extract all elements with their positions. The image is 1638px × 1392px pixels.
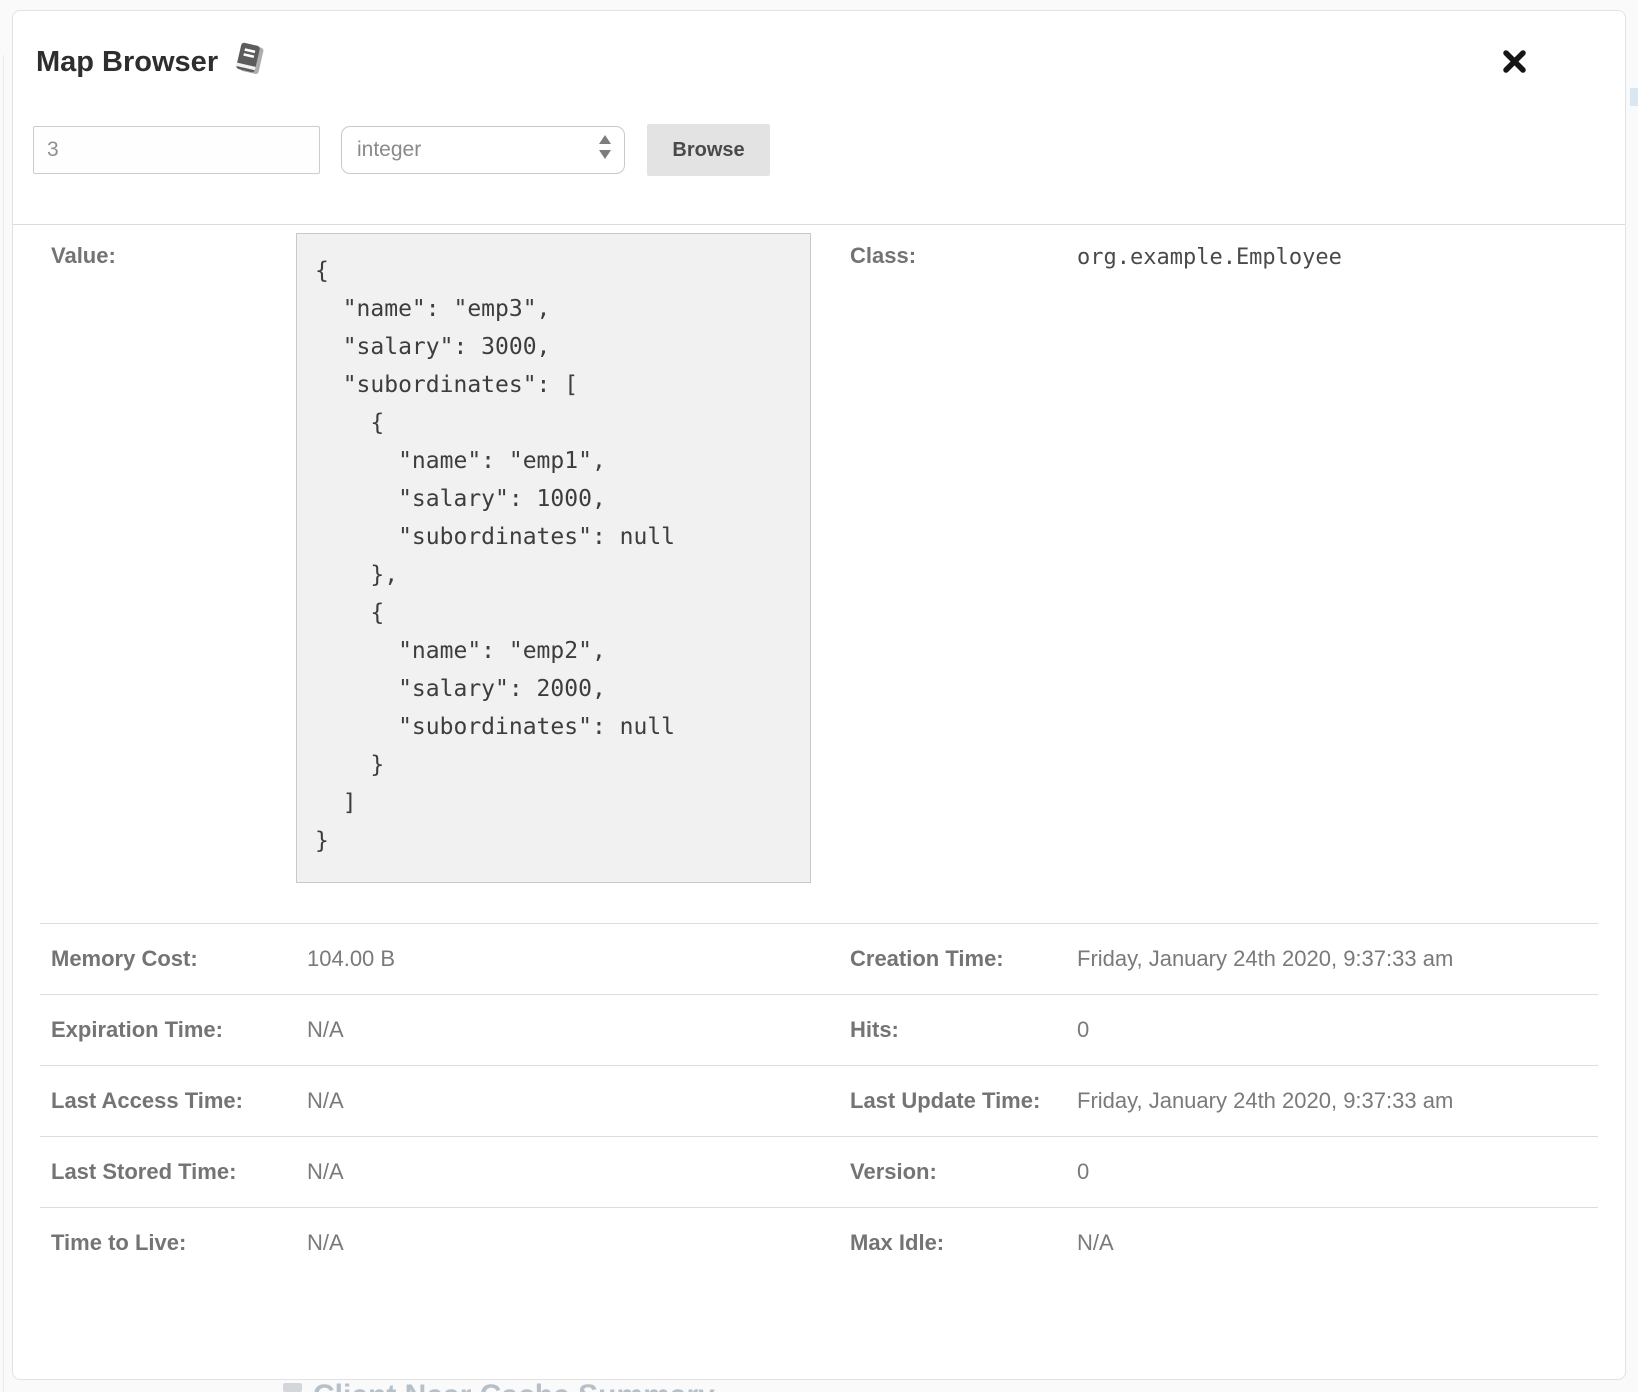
metadata-value: 104.00 B	[296, 923, 811, 994]
metadata-value: 0	[1075, 994, 1598, 1065]
entry-detail-section: Value: { "name": "emp3", "salary": 3000,…	[40, 233, 1598, 883]
background-heading-icon	[283, 1383, 302, 1392]
metadata-value: N/A	[296, 1136, 811, 1207]
metadata-label: Last Access Time:	[40, 1065, 296, 1136]
metadata-value: N/A	[1075, 1207, 1598, 1278]
metadata-table: Memory Cost: 104.00 B Creation Time: Fri…	[40, 923, 1598, 1278]
background-edge-line	[3, 55, 4, 1392]
header-divider	[13, 224, 1625, 225]
metadata-label: Hits:	[811, 994, 1075, 1065]
metadata-label: Version:	[811, 1136, 1075, 1207]
metadata-label: Expiration Time:	[40, 994, 296, 1065]
metadata-label: Time to Live:	[40, 1207, 296, 1278]
key-input[interactable]	[33, 126, 320, 174]
value-json-viewer: { "name": "emp3", "salary": 3000, "subor…	[296, 233, 811, 883]
background-blue-fragment	[1630, 88, 1638, 106]
metadata-label: Max Idle:	[811, 1207, 1075, 1278]
key-type-selected-value: integer	[357, 138, 421, 162]
notebook-icon	[230, 41, 266, 84]
metadata-label: Creation Time:	[811, 923, 1075, 994]
background-heading-fragment: Client Near Cache Summary	[283, 1381, 983, 1392]
value-label: Value:	[40, 233, 296, 883]
key-type-select[interactable]: integer	[341, 126, 625, 174]
class-label: Class:	[811, 233, 1075, 883]
metadata-label: Last Update Time:	[811, 1065, 1075, 1136]
metadata-label: Memory Cost:	[40, 923, 296, 994]
close-icon[interactable]	[1496, 43, 1533, 83]
dialog-header: Map Browser	[13, 11, 1625, 84]
metadata-value: Friday, January 24th 2020, 9:37:33 am	[1075, 1065, 1598, 1136]
metadata-value: 0	[1075, 1136, 1598, 1207]
metadata-value: N/A	[296, 994, 811, 1065]
select-stepper-icon	[598, 134, 612, 166]
map-browser-dialog: Map Browser	[12, 10, 1626, 1380]
metadata-value: N/A	[296, 1207, 811, 1278]
metadata-value: Friday, January 24th 2020, 9:37:33 am	[1075, 923, 1598, 994]
metadata-label: Last Stored Time:	[40, 1136, 296, 1207]
browse-button[interactable]: Browse	[647, 124, 770, 176]
background-heading-text: Client Near Cache Summary	[313, 1381, 715, 1392]
key-browse-form: integer Browse	[33, 124, 1625, 176]
metadata-value: N/A	[296, 1065, 811, 1136]
dialog-title: Map Browser	[36, 45, 218, 79]
class-value: org.example.Employee	[1075, 233, 1598, 883]
